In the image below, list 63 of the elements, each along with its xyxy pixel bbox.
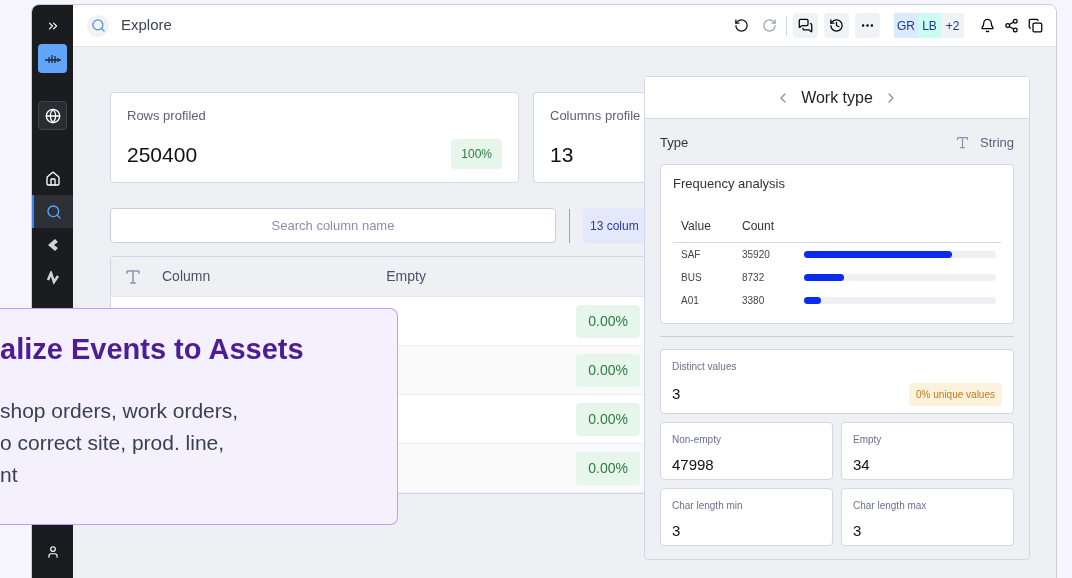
count-cell-text: 8732 bbox=[742, 271, 766, 285]
avatar[interactable]: GR bbox=[894, 13, 918, 38]
empty-percent-badge: 0.00% bbox=[576, 451, 640, 485]
count-cell-text: 3380 bbox=[742, 294, 766, 308]
card-value: 34 bbox=[853, 454, 871, 475]
type-value: String bbox=[980, 134, 1014, 152]
unique-badge: 0% unique values bbox=[909, 382, 1002, 406]
card-title: Frequency analysis bbox=[673, 174, 786, 193]
value-cell-text: A01 bbox=[681, 294, 700, 308]
search-field[interactable]: Search column name bbox=[110, 208, 556, 243]
card-label: Distinct values bbox=[672, 359, 738, 374]
callout-text: shop orders, work orders, bbox=[0, 398, 239, 424]
card-value: 3 bbox=[672, 383, 681, 404]
search-icon bbox=[45, 203, 62, 220]
globe-icon bbox=[38, 101, 67, 130]
value-cell-text: BUS bbox=[681, 271, 703, 285]
avatar[interactable]: LB bbox=[918, 13, 941, 38]
card-value: 250400 bbox=[127, 141, 198, 168]
column-header: Count bbox=[742, 218, 775, 235]
comments-button[interactable] bbox=[793, 13, 818, 38]
user-icon bbox=[45, 544, 60, 559]
callout-text: o correct site, prod. line, bbox=[0, 430, 225, 456]
card-label: Columns profile bbox=[550, 107, 642, 125]
card-label: Char length min bbox=[672, 498, 744, 513]
card-label: Non-empty bbox=[672, 432, 722, 447]
comments-icon bbox=[798, 18, 813, 33]
copy-icon bbox=[1027, 18, 1043, 33]
card-label: Char length max bbox=[853, 498, 928, 513]
card-label: Empty bbox=[853, 432, 883, 447]
card-value: 3 bbox=[853, 520, 863, 541]
type-label: Type bbox=[660, 134, 689, 152]
column-header: Value bbox=[681, 218, 712, 235]
home-icon bbox=[44, 170, 61, 187]
share-icon bbox=[1003, 18, 1019, 33]
history-icon bbox=[829, 18, 844, 33]
wave-icon bbox=[45, 270, 60, 285]
empty-percent-badge: 0.00% bbox=[576, 304, 640, 338]
more-button[interactable] bbox=[855, 13, 880, 38]
columns-button[interactable]: 13 colum bbox=[583, 208, 644, 243]
page-title: Explore bbox=[121, 15, 172, 36]
empty-percent-badge: 0.00% bbox=[576, 402, 640, 436]
bell-icon bbox=[979, 18, 995, 33]
card-value: 47998 bbox=[672, 454, 715, 475]
text-type-icon bbox=[124, 267, 142, 286]
history-button[interactable] bbox=[824, 13, 849, 38]
empty-percent-badge: 0.00% bbox=[576, 353, 640, 387]
card-value: 3 bbox=[672, 520, 682, 541]
card-value: 13 bbox=[550, 141, 575, 168]
value-cell-text: SAF bbox=[681, 248, 702, 262]
count-cell-text: 35920 bbox=[742, 248, 771, 262]
percent-badge: 100% bbox=[451, 139, 502, 170]
logo-icon bbox=[38, 44, 67, 73]
column-header: Column bbox=[162, 267, 211, 286]
card-label: Rows profiled bbox=[127, 107, 207, 125]
text-type-icon bbox=[955, 135, 971, 151]
avatar[interactable]: +2 bbox=[941, 13, 964, 38]
callout-text: nt bbox=[0, 462, 18, 488]
redo-icon bbox=[761, 18, 777, 33]
undo-icon bbox=[733, 18, 749, 33]
column-header: Empty bbox=[386, 267, 426, 286]
callout-title: alize Events to Assets bbox=[0, 332, 305, 367]
search-icon bbox=[87, 14, 109, 37]
panel-title: Work type bbox=[801, 87, 873, 108]
